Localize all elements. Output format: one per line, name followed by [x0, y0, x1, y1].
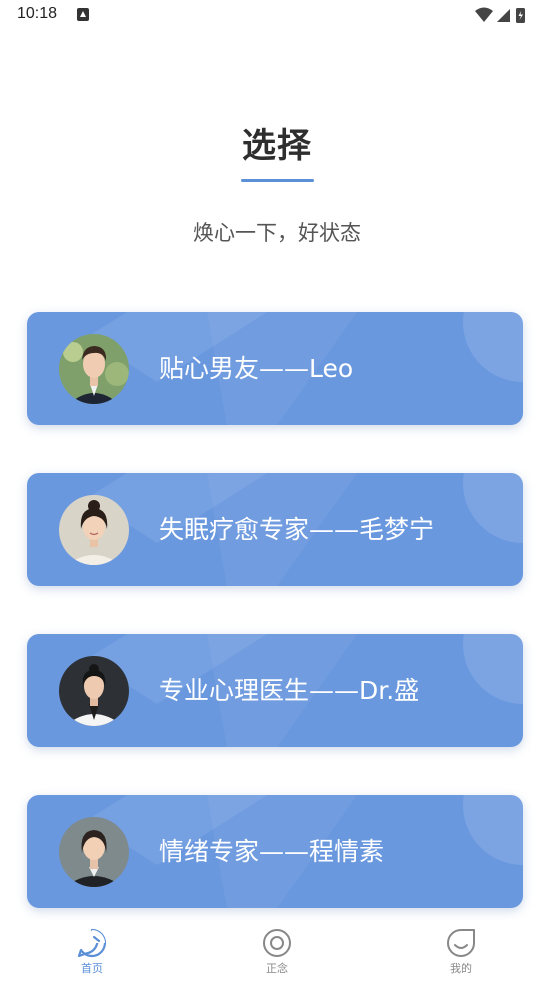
tab-label: 正念 [266, 962, 288, 975]
character-card-cheng-qingsu[interactable]: 情绪专家——程情素 [27, 795, 523, 908]
card-label: 贴心男友——Leo [159, 354, 354, 383]
tab-label: 首页 [81, 962, 103, 975]
character-card-dr-sheng[interactable]: 专业心理医生——Dr.盛 [27, 634, 523, 747]
avatar-cheng-qingsu [59, 817, 129, 887]
status-time: 10:18 [17, 5, 58, 22]
tab-home[interactable]: 首页 [52, 920, 132, 984]
chat-bubble-icon [77, 928, 107, 958]
wifi-icon [475, 7, 493, 22]
tab-label: 我的 [450, 962, 472, 975]
smile-face-icon [447, 929, 475, 957]
circle-target-icon [263, 929, 291, 957]
avatar-leo [59, 334, 129, 404]
character-card-leo[interactable]: 贴心男友——Leo [27, 312, 523, 425]
tab-profile[interactable]: 我的 [421, 920, 501, 984]
card-label: 专业心理医生——Dr.盛 [159, 676, 420, 705]
page-subtitle: 焕心一下，好状态 [193, 221, 361, 245]
tab-mindfulness[interactable]: 正念 [237, 920, 317, 984]
app-notification-icon [77, 8, 89, 21]
title-underline [241, 179, 314, 182]
bottom-tab-bar: 首页 正念 我的 [0, 920, 554, 984]
signal-icon [497, 9, 510, 22]
status-bar: 10:18 [0, 0, 554, 32]
avatar-dr-sheng [59, 656, 129, 726]
avatar-mao-mengning [59, 495, 129, 565]
card-label: 失眠疗愈专家——毛梦宁 [159, 515, 435, 544]
status-icons [475, 7, 525, 23]
page-title: 选择 [242, 126, 312, 166]
card-label: 情绪专家——程情素 [159, 837, 385, 866]
character-card-mao-mengning[interactable]: 失眠疗愈专家——毛梦宁 [27, 473, 523, 586]
